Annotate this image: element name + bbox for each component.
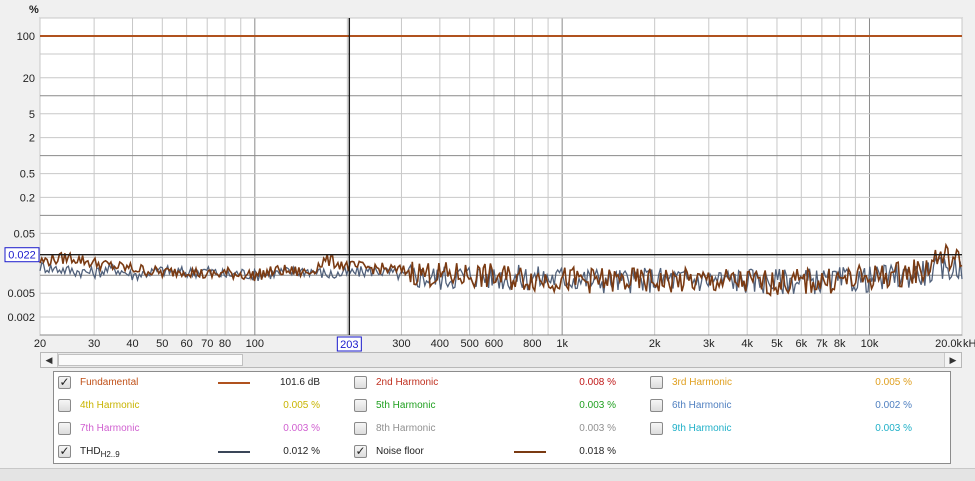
x-tick-label: 80 [219,338,231,350]
x-tick-label: 2k [649,338,661,350]
legend-checkbox[interactable] [354,399,367,412]
x-tick-label: 10k [861,338,879,350]
x-tick-label: 1k [556,338,568,350]
y-tick-label: 0.002 [7,312,35,324]
x-tick-label: 100 [246,338,264,350]
y-tick-label: 0.2 [20,192,35,204]
legend-item[interactable]: ✓ Fundamental 101.6 dB [58,374,338,392]
x-tick-label: 20 [34,338,46,350]
legend-item[interactable]: 9th Harmonic 0.003 % [650,420,930,438]
legend-item[interactable]: 7th Harmonic 0.003 % [58,420,338,438]
x-tick-label: 60 [181,338,193,350]
legend-swatch [218,451,250,453]
legend-checkbox[interactable]: ✓ [58,376,71,389]
legend-label: THDH2..9 [80,446,120,459]
legend-label: 3rd Harmonic [672,377,733,388]
y-tick-label: 0.5 [20,169,35,181]
x-tick-label: 800 [523,338,541,350]
legend-item[interactable]: 3rd Harmonic 0.005 % [650,374,930,392]
legend-checkbox[interactable] [354,422,367,435]
legend-value: 0.012 % [283,446,320,457]
legend-value: 0.003 % [875,423,912,434]
legend-checkbox[interactable] [650,399,663,412]
scroll-thumb[interactable] [58,354,243,366]
x-tick-label: 30 [88,338,100,350]
legend-value: 0.018 % [579,446,616,457]
legend-value: 0.002 % [875,400,912,411]
x-tick-label: 8k [834,338,846,350]
legend-item[interactable]: 2nd Harmonic 0.008 % [354,374,634,392]
legend-value: 0.005 % [283,400,320,411]
chart-plot[interactable]: 100 20 5 2 0.5 0.2 0.05 0.005 0.002 20 30 40 50 60 70… [0,0,975,352]
x-tick-label: 20.0k [935,338,962,350]
y-tick-label: 20 [23,73,35,85]
x-tick-label: 50 [156,338,168,350]
legend-panel: ✓ Fundamental 101.6 dB 2nd Harmonic 0.008 % 3… [53,371,951,464]
legend-item[interactable]: ✓ Noise floor 0.018 % [354,443,634,461]
legend-item[interactable]: 5th Harmonic 0.003 % [354,397,634,415]
legend-label: Noise floor [376,446,424,457]
cursor-x-label: 203 [340,339,358,351]
scroll-right-icon[interactable]: ▶ [944,353,961,367]
cursor-y-label: 0.022 [8,250,36,262]
plot-area[interactable] [39,17,963,336]
legend-checkbox[interactable] [650,422,663,435]
legend-checkbox[interactable] [58,422,71,435]
legend-item[interactable]: 6th Harmonic 0.002 % [650,397,930,415]
x-tick-label: 400 [431,338,449,350]
legend-label: 8th Harmonic [376,423,436,434]
x-axis-ticks: 20 30 40 50 60 70 80 100 300 400 500 600 800 1k 2k 3k 4k… [34,338,975,350]
y-tick-label: 0.005 [7,288,35,300]
y-tick-label: 0.05 [14,228,35,240]
legend-label: 6th Harmonic [672,400,732,411]
y-tick-label: 100 [17,31,35,43]
legend-swatch [514,451,546,453]
x-tick-label: 3k [703,338,715,350]
legend-swatch [218,382,250,384]
legend-label: 9th Harmonic [672,423,732,434]
y-unit-label: % [29,4,39,16]
x-tick-label: 4k [741,338,753,350]
horizontal-scrollbar[interactable]: ◀ ▶ [40,352,962,368]
legend-checkbox[interactable] [650,376,663,389]
legend-label: 4th Harmonic [80,400,140,411]
y-tick-label: 5 [29,109,35,121]
y-tick-label: 2 [29,133,35,145]
x-tick-label: 600 [485,338,503,350]
status-strip [0,468,975,481]
legend-value: 0.003 % [579,423,616,434]
legend-label: 7th Harmonic [80,423,140,434]
legend-checkbox[interactable]: ✓ [58,445,71,458]
scroll-left-icon[interactable]: ◀ [41,353,58,367]
legend-label: 2nd Harmonic [376,377,439,388]
legend-label: Fundamental [80,377,139,388]
x-tick-label: 7k [816,338,828,350]
legend-checkbox[interactable]: ✓ [354,445,367,458]
legend-checkbox[interactable] [354,376,367,389]
legend-value: 0.005 % [875,377,912,388]
y-axis-ticks: 100 20 5 2 0.5 0.2 0.05 0.005 0.002 [7,31,35,324]
legend-value: 101.6 dB [279,377,320,388]
x-tick-label: 40 [126,338,138,350]
legend-checkbox[interactable] [58,399,71,412]
legend-value: 0.008 % [579,377,616,388]
x-tick-label: 70 [201,338,213,350]
legend-item[interactable]: ✓ THDH2..9 0.012 % [58,443,338,461]
x-tick-label: 5k [771,338,783,350]
x-tick-label: 300 [392,338,410,350]
legend-item[interactable]: 4th Harmonic 0.005 % [58,397,338,415]
x-unit-label: kHz [963,338,975,350]
legend-value: 0.003 % [283,423,320,434]
legend-value: 0.003 % [579,400,616,411]
x-tick-label: 500 [460,338,478,350]
x-tick-label: 6k [795,338,807,350]
legend-item[interactable]: 8th Harmonic 0.003 % [354,420,634,438]
legend-label: 5th Harmonic [376,400,436,411]
